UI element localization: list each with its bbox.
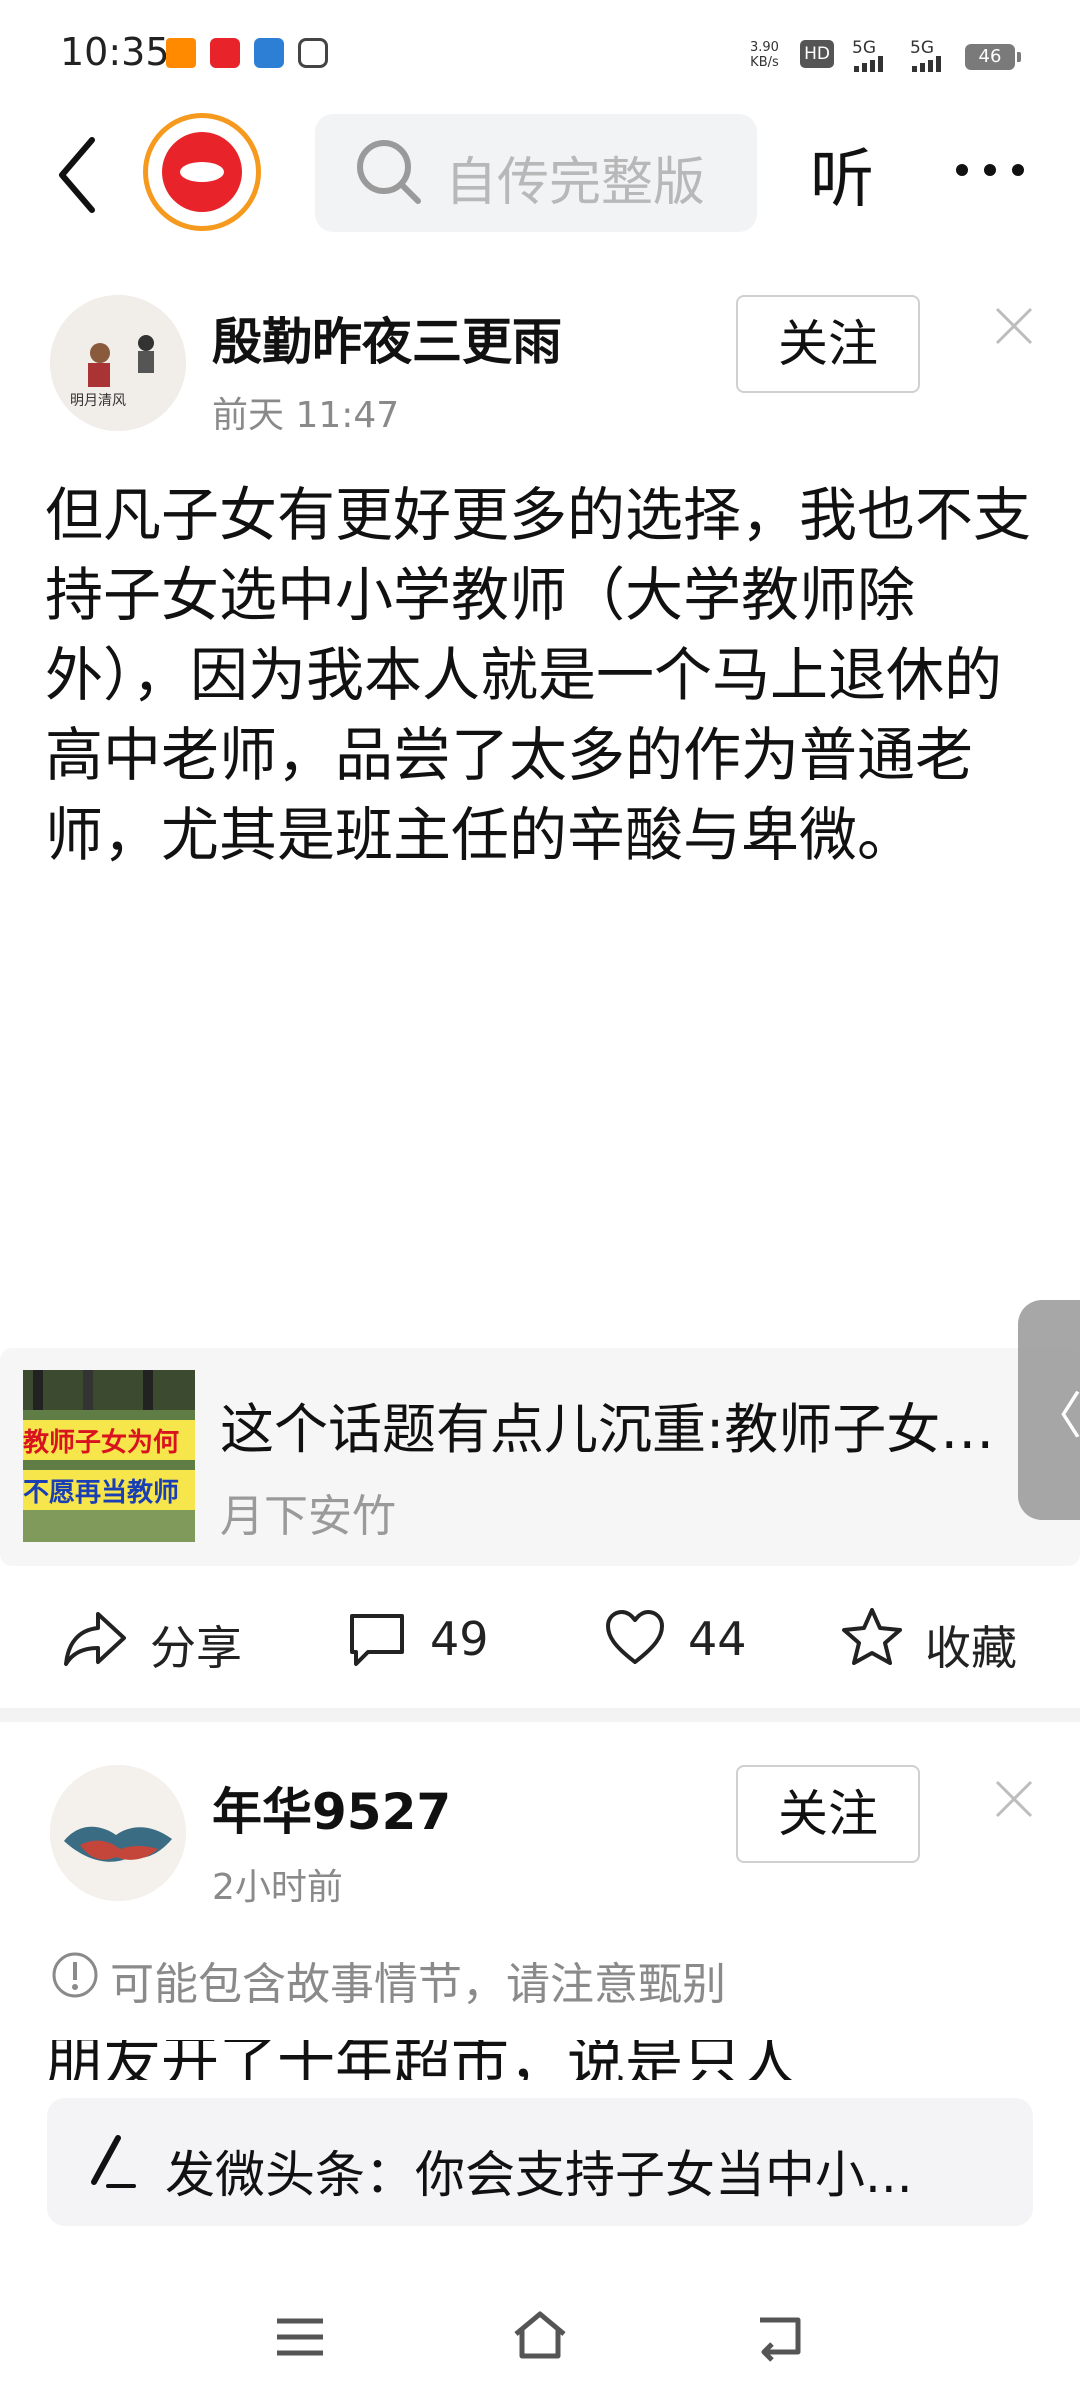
author-name[interactable]: 年华9527 [212,1772,451,1844]
chevron-left-icon: 〈 [1032,1387,1080,1445]
app-notification-icon [298,38,328,68]
app-notification-icon [210,38,240,68]
menu-icon[interactable] [273,2315,327,2359]
app-notification-icon [166,38,196,68]
article-title[interactable]: 这个话题有点儿沉重:教师子女为何不愿再当教师 [220,1385,1020,1464]
post-time: 前天 11:47 [212,395,400,436]
close-icon[interactable] [993,305,1035,347]
search-icon [357,140,421,204]
article-thumbnail: 教师子女为何 不愿再当教师 [23,1370,195,1542]
home-icon[interactable] [510,2308,570,2362]
hd-badge: HD [800,40,834,68]
star-icon[interactable] [840,1606,904,1668]
app-logo[interactable] [143,113,261,231]
like-count[interactable]: 44 [688,1612,747,1666]
svg-text:明月清风: 明月清风 [70,393,126,409]
post-body[interactable]: 但凡子女有更好更多的选择，我也不支持子女选中小学教师（大学教师除外），因为我本人… [45,475,1035,875]
post-body-text: 朋友开了十年超市，说是只人 [45,2040,800,2080]
heart-icon[interactable] [604,1608,666,1668]
side-drawer-handle[interactable]: 〈 [1018,1300,1080,1520]
comment-count[interactable]: 49 [430,1612,489,1666]
close-icon[interactable] [993,1778,1035,1820]
back-nav-icon[interactable] [752,2312,806,2362]
post-body[interactable]: 朋友开了十年超市，说是只人 [45,2040,1045,2080]
pen-icon [91,2135,136,2188]
favorite-label[interactable]: 收藏 [925,1612,1017,1678]
search-placeholder: 自传完整版 [445,153,705,213]
thumb-caption-2: 不愿再当教师 [23,1478,180,1508]
post-divider [0,1708,1080,1722]
comment-icon[interactable] [346,1610,408,1670]
app-notification-icon [254,38,284,68]
content-warning: 可能包含故事情节，请注意甄别 [110,1959,726,2010]
post-time: 2小时前 [212,1867,343,1908]
signal-icon [854,56,883,72]
signal-icon [912,56,941,72]
share-icon[interactable] [62,1608,128,1668]
article-source: 月下安竹 [220,1491,396,1542]
listen-button[interactable]: 听 [810,128,874,220]
author-avatar[interactable] [50,1765,186,1901]
back-icon[interactable] [50,130,110,220]
share-label[interactable]: 分享 [150,1612,242,1678]
info-icon [52,1952,98,1998]
thumb-caption-1: 教师子女为何 [23,1428,180,1458]
author-avatar[interactable]: 明月清风 [50,295,186,431]
compose-prompt[interactable]: 发微头条：你会支持子女当中小... [165,2135,913,2207]
status-time: 10:35 [60,30,170,74]
battery-indicator: 46 [965,44,1021,70]
follow-button[interactable]: 关注 [736,295,920,393]
more-icon[interactable] [950,140,1030,200]
network-speed: 3.90 KB/s [750,40,779,70]
author-name[interactable]: 殷勤昨夜三更雨 [212,302,562,374]
follow-button[interactable]: 关注 [736,1765,920,1863]
